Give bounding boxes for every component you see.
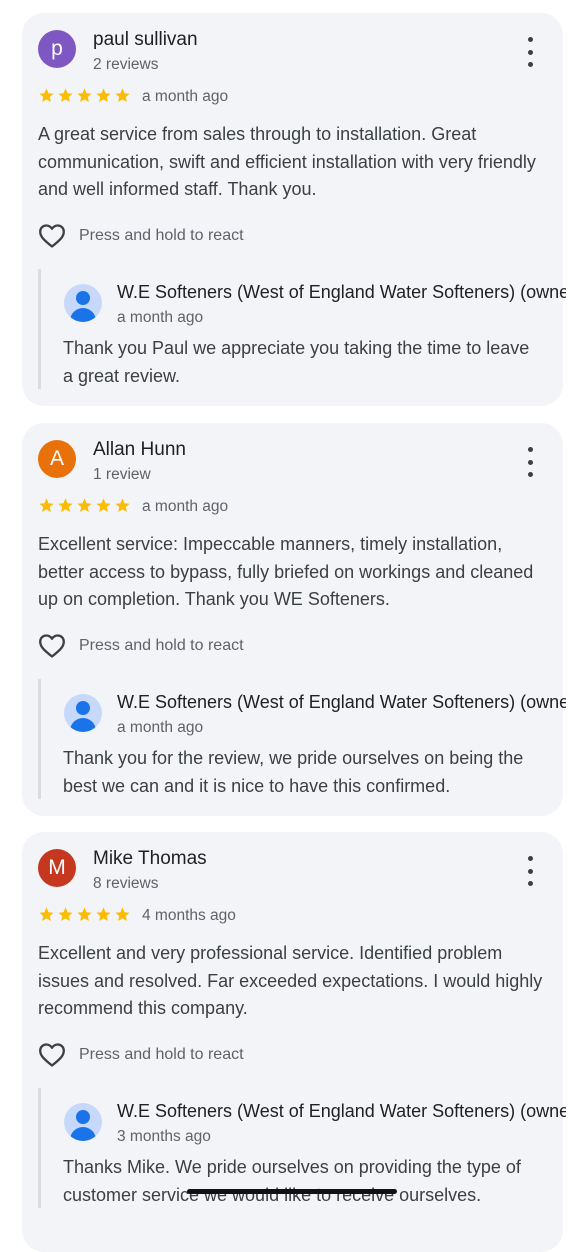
home-indicator[interactable] bbox=[187, 1189, 397, 1194]
react-button[interactable]: Press and hold to react bbox=[38, 223, 244, 249]
reviewer-avatar[interactable]: M bbox=[38, 849, 76, 887]
review-text: Excellent service: Impeccable manners, t… bbox=[38, 534, 534, 609]
reply-text: Thank you for the review, we pride ourse… bbox=[63, 748, 524, 796]
review-card: A Allan Hunn 1 review a month ago Excell… bbox=[22, 423, 566, 816]
react-label: Press and hold to react bbox=[79, 1046, 244, 1063]
person-icon bbox=[64, 284, 102, 322]
reviewer-name[interactable]: Mike Thomas bbox=[93, 848, 207, 870]
reviewer-review-count: 8 reviews bbox=[93, 875, 159, 892]
reply-text: Thank you Paul we appreciate you taking … bbox=[63, 338, 530, 386]
review-time: 4 months ago bbox=[142, 907, 236, 924]
reviewer-review-count: 2 reviews bbox=[93, 56, 159, 73]
person-icon bbox=[64, 694, 102, 732]
person-icon bbox=[64, 1103, 102, 1141]
owner-reply: W.E Softeners (West of England Water Sof… bbox=[38, 269, 566, 389]
star-icon bbox=[77, 498, 92, 513]
reviewer-avatar[interactable]: A bbox=[38, 440, 76, 478]
reply-time: a month ago bbox=[117, 719, 204, 736]
reviewer-avatar[interactable]: p bbox=[38, 30, 76, 68]
star-icon bbox=[96, 88, 111, 103]
star-icon bbox=[115, 498, 130, 513]
review-time: a month ago bbox=[142, 88, 229, 105]
more-options-icon[interactable] bbox=[518, 37, 542, 67]
star-icon bbox=[39, 88, 54, 103]
review-text: Excellent and very professional service.… bbox=[38, 943, 543, 1018]
star-icon bbox=[96, 498, 111, 513]
star-icon bbox=[39, 498, 54, 513]
reviewer-review-count: 1 review bbox=[93, 466, 151, 483]
review-card: p paul sullivan 2 reviews a month ago A … bbox=[22, 13, 566, 406]
review-time: a month ago bbox=[142, 498, 229, 515]
react-button[interactable]: Press and hold to react bbox=[38, 1042, 244, 1068]
owner-name[interactable]: W.E Softeners (West of England Water Sof… bbox=[117, 1101, 566, 1122]
owner-name[interactable]: W.E Softeners (West of England Water Sof… bbox=[117, 282, 566, 303]
review-text: A great service from sales through to in… bbox=[38, 124, 536, 199]
reviewer-name[interactable]: paul sullivan bbox=[93, 29, 198, 51]
heart-outline-icon bbox=[39, 1043, 65, 1067]
react-label: Press and hold to react bbox=[79, 227, 244, 244]
star-rating bbox=[38, 906, 131, 923]
star-icon bbox=[77, 907, 92, 922]
heart-outline-icon bbox=[39, 634, 65, 658]
star-icon bbox=[115, 88, 130, 103]
star-rating bbox=[38, 497, 131, 514]
react-label: Press and hold to react bbox=[79, 637, 244, 654]
star-icon bbox=[115, 907, 130, 922]
star-icon bbox=[77, 88, 92, 103]
star-icon bbox=[58, 88, 73, 103]
star-icon bbox=[39, 907, 54, 922]
more-options-icon[interactable] bbox=[518, 447, 542, 477]
more-options-icon[interactable] bbox=[518, 856, 542, 886]
reply-time: 3 months ago bbox=[117, 1128, 211, 1145]
star-icon bbox=[58, 907, 73, 922]
owner-name[interactable]: W.E Softeners (West of England Water Sof… bbox=[117, 692, 566, 713]
star-icon bbox=[96, 907, 111, 922]
heart-outline-icon bbox=[39, 224, 65, 248]
star-icon bbox=[58, 498, 73, 513]
react-button[interactable]: Press and hold to react bbox=[38, 633, 244, 659]
reviewer-name[interactable]: Allan Hunn bbox=[93, 439, 186, 461]
star-rating bbox=[38, 87, 131, 104]
owner-reply: W.E Softeners (West of England Water Sof… bbox=[38, 679, 566, 799]
reply-time: a month ago bbox=[117, 309, 204, 326]
